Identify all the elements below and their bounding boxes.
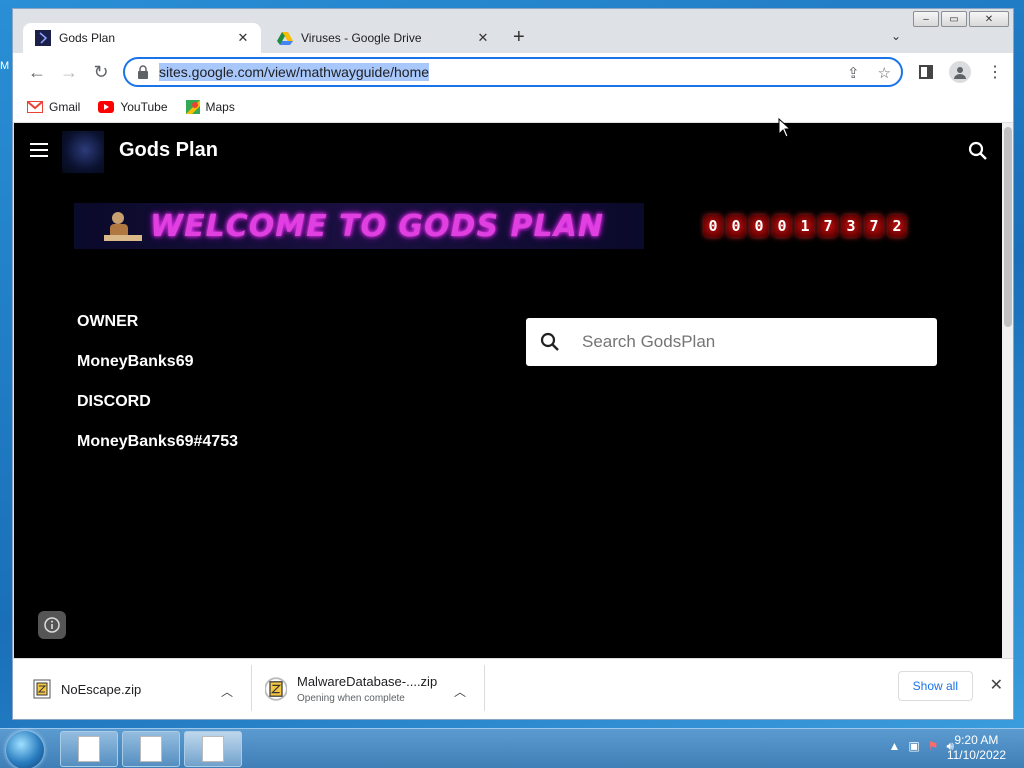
counter-digit: 7 <box>819 215 837 237</box>
bookmarks-bar: Gmail YouTube Maps <box>13 91 1013 123</box>
owner-info: OWNER MoneyBanks69 DISCORD MoneyBanks69#… <box>77 313 238 473</box>
download-name: NoEscape.zip <box>61 681 142 697</box>
hamburger-menu-icon[interactable] <box>30 143 48 157</box>
show-all-button[interactable]: Show all <box>897 671 973 701</box>
zip-file-icon <box>33 679 51 699</box>
page-scrollbar[interactable] <box>1002 123 1013 658</box>
clock-date: 11/10/2022 <box>946 748 1006 762</box>
divider <box>251 665 252 711</box>
mouse-cursor-icon <box>778 118 792 138</box>
clock[interactable]: 9:20 AM 11/10/2022 <box>947 733 1006 763</box>
browser-toolbar: ← → ↻ sites.google.com/view/mathwayguide… <box>13 53 1013 91</box>
taskbar: ▲ ▣ ⚑ 🔊︎ 9:20 AM 11/10/2022 <box>0 728 1024 768</box>
page-viewport: Gods Plan WELCOME TO GODS PLAN 0 0 0 0 1… <box>14 123 1002 658</box>
maps-icon <box>185 99 200 114</box>
bookmark-youtube[interactable]: YouTube <box>98 100 168 114</box>
new-tab-plus-icon[interactable]: + <box>513 27 525 47</box>
side-panel-icon[interactable] <box>919 65 933 79</box>
network-icon[interactable]: ▣ <box>908 739 919 754</box>
site-title[interactable]: Gods Plan <box>119 139 218 162</box>
counter-digit: 0 <box>704 215 722 237</box>
download-item[interactable]: NoEscape.zip <box>33 665 141 713</box>
banner-figure-image <box>104 212 142 241</box>
banner-text: WELCOME TO GODS PLAN <box>150 208 604 244</box>
address-bar[interactable]: sites.google.com/view/mathwayguide/home … <box>123 57 903 87</box>
maximize-icon[interactable]: ▭ <box>941 11 967 27</box>
window-controls: – ▭ ✕ <box>911 11 1009 27</box>
close-window-icon[interactable]: ✕ <box>969 11 1009 27</box>
download-bar: NoEscape.zip ︿ MalwareDatabase-....zip O… <box>13 658 1013 719</box>
start-button[interactable] <box>6 731 44 768</box>
menu-kebab-icon[interactable]: ⋮ <box>987 62 1003 82</box>
lock-icon <box>138 65 148 79</box>
tab-title: Gods Plan <box>59 31 116 45</box>
url-text[interactable]: sites.google.com/view/mathwayguide/home <box>159 63 430 81</box>
download-status: Opening when complete <box>297 693 405 704</box>
youtube-icon <box>98 100 115 113</box>
counter-digit: 7 <box>865 215 883 237</box>
discord-label: DISCORD <box>77 393 151 410</box>
visitor-counter: 0 0 0 0 1 7 3 7 2 <box>704 215 906 237</box>
taskbar-app[interactable] <box>60 731 118 767</box>
site-logo[interactable] <box>62 131 104 173</box>
counter-digit: 1 <box>796 215 814 237</box>
close-icon[interactable]: ✕ <box>990 675 1003 695</box>
bookmark-star-icon[interactable]: ☆ <box>878 64 891 82</box>
tab-close-icon[interactable]: ✕ <box>235 30 251 46</box>
desktop-edge-letter: M <box>0 60 10 72</box>
gmail-icon <box>27 100 43 113</box>
info-icon[interactable] <box>38 611 66 639</box>
forward-arrow-icon[interactable]: → <box>59 62 79 82</box>
counter-digit: 0 <box>773 215 791 237</box>
site-search-input[interactable] <box>582 332 912 352</box>
taskbar-app[interactable] <box>122 731 180 767</box>
counter-digit: 0 <box>750 215 768 237</box>
minimize-icon[interactable]: – <box>913 11 939 27</box>
tab-gods-plan[interactable]: Gods Plan ✕ <box>23 23 261 53</box>
bookmark-gmail[interactable]: Gmail <box>27 100 80 114</box>
tab-viruses-drive[interactable]: Viruses - Google Drive ✕ <box>265 23 501 53</box>
counter-digit: 0 <box>727 215 745 237</box>
taskbar-app[interactable] <box>184 731 242 767</box>
reload-icon[interactable]: ↻ <box>91 62 111 82</box>
tab-close-icon[interactable]: ✕ <box>475 30 491 46</box>
clock-time: 9:20 AM <box>954 733 999 747</box>
chevron-up-icon[interactable]: ︿ <box>221 683 233 700</box>
browser-window: Gods Plan ✕ Viruses - Google Drive ✕ + ⌄… <box>12 8 1014 720</box>
document-icon <box>140 736 162 762</box>
google-drive-icon <box>277 32 293 45</box>
document-icon <box>202 736 224 762</box>
site-header: Gods Plan <box>14 123 1002 179</box>
action-center-icon[interactable]: ⚑ <box>928 739 939 754</box>
owner-name: MoneyBanks69 <box>77 353 194 370</box>
back-arrow-icon[interactable]: ← <box>27 62 47 82</box>
site-favicon-icon <box>35 30 51 46</box>
document-icon <box>78 736 100 762</box>
site-search-box <box>526 318 937 366</box>
zip-file-icon <box>265 677 287 701</box>
bookmark-maps[interactable]: Maps <box>185 99 235 114</box>
search-icon[interactable] <box>540 332 560 352</box>
download-item[interactable]: MalwareDatabase-....zip Opening when com… <box>265 665 437 713</box>
search-icon[interactable] <box>968 141 988 161</box>
discord-handle: MoneyBanks69#4753 <box>77 433 238 450</box>
tab-title: Viruses - Google Drive <box>301 31 422 45</box>
tab-strip: Gods Plan ✕ Viruses - Google Drive ✕ + ⌄ <box>13 9 1013 53</box>
chevron-up-icon[interactable]: ︿ <box>454 683 466 700</box>
tray-expand-icon[interactable]: ▲ <box>888 739 900 754</box>
system-tray: ▲ ▣ ⚑ 🔊︎ <box>888 739 954 754</box>
profile-avatar-icon[interactable] <box>949 61 971 83</box>
tab-search-chevron-icon[interactable]: ⌄ <box>891 29 901 43</box>
download-name: MalwareDatabase-....zip <box>297 674 438 689</box>
welcome-banner: WELCOME TO GODS PLAN <box>74 203 644 249</box>
counter-digit: 3 <box>842 215 860 237</box>
scroll-thumb[interactable] <box>1004 127 1012 327</box>
owner-label: OWNER <box>77 313 139 330</box>
divider <box>484 665 485 711</box>
share-icon[interactable]: ⇪ <box>847 64 860 82</box>
counter-digit: 2 <box>888 215 906 237</box>
